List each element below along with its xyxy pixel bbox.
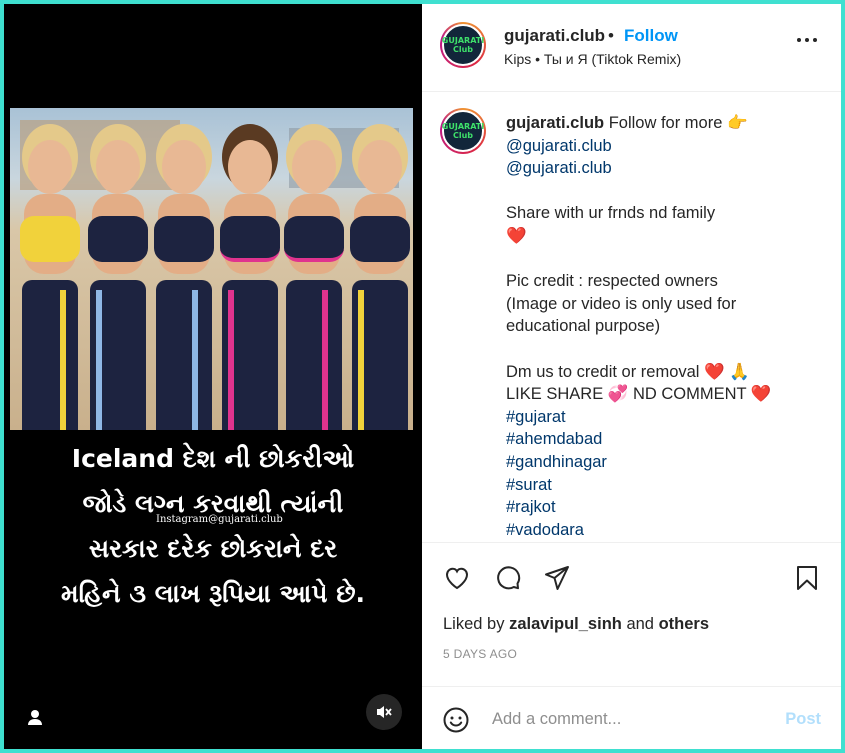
mention-link[interactable]: @gujarati.club xyxy=(506,157,826,180)
likes-others[interactable]: others xyxy=(659,615,709,633)
post-header: GUJARATI Club gujarati.club • Follow Kip… xyxy=(422,4,841,92)
media-caption: Iceland દેશ ની છોકરીઓ જોડે લગ્ન કરવાથી ત… xyxy=(4,436,422,616)
likes-prefix: Liked by xyxy=(443,615,505,633)
media-caption-line: મહિને ૩ લાખ રૂપિયા આપે છે. xyxy=(60,579,366,608)
more-options-icon[interactable] xyxy=(797,38,817,42)
media-watermark: Instagram@gujarati.club xyxy=(156,514,283,525)
caption-username[interactable]: gujarati.club xyxy=(506,114,604,132)
post-timestamp[interactable]: 5 DAYS AGO xyxy=(443,647,517,661)
hearts-emoji: 💞 xyxy=(607,385,629,404)
mute-button[interactable] xyxy=(366,694,402,730)
audio-link[interactable]: Kips • Ты и Я (Tiktok Remix) xyxy=(504,51,681,67)
heart-emoji: ❤️ xyxy=(506,226,527,245)
media-caption-line: સરકાર દરેક છોકરાને દર xyxy=(88,534,338,563)
post-photo xyxy=(10,108,413,430)
bookmark-icon[interactable] xyxy=(793,564,821,592)
hashtag-link[interactable]: #ahemdabad xyxy=(506,428,826,451)
hashtag-link[interactable]: #surat xyxy=(506,474,826,497)
likes-and: and xyxy=(626,615,654,633)
post-media[interactable]: Iceland દેશ ની છોકરીઓ જોડે લગ્ન કરવાથી ત… xyxy=(4,4,422,749)
hashtag-link[interactable]: #vadodara xyxy=(506,519,826,542)
heart-icon[interactable] xyxy=(443,564,471,592)
likes-summary: Liked by zalavipul_sinh and others xyxy=(443,615,709,634)
person-icon[interactable] xyxy=(24,706,46,728)
heart-emoji: ❤️ xyxy=(750,385,772,404)
caption-dm-line: Dm us to credit or removal xyxy=(506,362,700,381)
mention-link[interactable]: @gujarati.club xyxy=(506,135,826,158)
speaker-muted-icon xyxy=(377,706,392,718)
caption-intro: Follow for more xyxy=(608,114,723,132)
caption-nd-comment: ND COMMENT xyxy=(632,385,747,404)
hashtag-link[interactable]: #rajkot xyxy=(506,496,826,519)
comments-section[interactable]: GUJARATI Club gujarati.club Follow for m… xyxy=(422,92,841,543)
post-sidebar: GUJARATI Club gujarati.club • Follow Kip… xyxy=(422,4,841,749)
caption-credit-line: Pic credit : respected owners xyxy=(506,272,718,291)
dm-emoji: ❤️ 🙏 xyxy=(704,362,750,381)
add-comment-bar: Post xyxy=(422,686,841,749)
comment-icon[interactable] xyxy=(494,564,522,592)
emoji-icon[interactable] xyxy=(442,706,470,734)
caption-share-line: Share with ur frnds nd family xyxy=(506,204,716,223)
pointing-emoji: 👉 xyxy=(727,114,748,132)
avatar[interactable]: GUJARATI Club xyxy=(440,108,486,154)
caption-credit-line: educational purpose) xyxy=(506,317,661,336)
comment-input[interactable] xyxy=(492,705,762,733)
avatar[interactable]: GUJARATI Club xyxy=(440,22,486,68)
hashtag-link[interactable]: #gujarat xyxy=(506,406,826,429)
media-caption-line: Iceland દેશ ની છોકરીઓ xyxy=(71,444,355,473)
hashtag-link[interactable]: #gandhinagar xyxy=(506,451,826,474)
caption-like-share: LIKE SHARE xyxy=(506,385,604,404)
share-icon[interactable] xyxy=(543,564,571,592)
post-comment-button[interactable]: Post xyxy=(785,710,821,729)
caption-credit-line: (Image or video is only used for xyxy=(506,294,737,313)
username-link[interactable]: gujarati.club xyxy=(504,26,605,46)
follow-button[interactable]: Follow xyxy=(624,26,678,46)
liker-username[interactable]: zalavipul_sinh xyxy=(509,615,622,633)
separator-dot: • xyxy=(608,26,614,45)
post-caption: gujarati.club Follow for more 👉 @gujarat… xyxy=(506,112,826,541)
action-bar xyxy=(422,558,841,598)
